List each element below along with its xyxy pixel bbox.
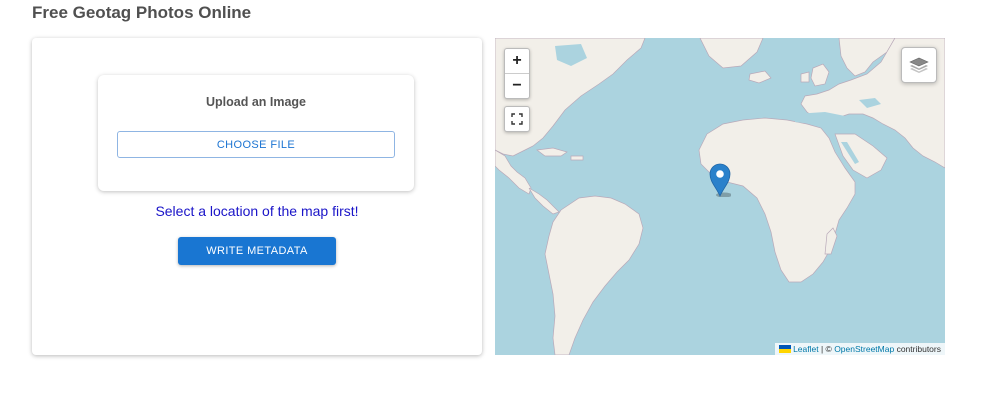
zoom-in-button[interactable]: + (505, 49, 529, 74)
fullscreen-button[interactable] (504, 106, 530, 132)
layers-button[interactable] (901, 47, 937, 83)
upload-title: Upload an Image (205, 95, 307, 109)
map[interactable]: + − Leaflet | © OpenStreetMap contributo… (495, 38, 945, 355)
page-title: Free Geotag Photos Online (32, 3, 252, 22)
attribution-separator: | © (820, 344, 832, 354)
upload-panel: Upload an Image CHOOSE FILE Select a loc… (32, 38, 482, 355)
map-pin-icon[interactable] (709, 163, 732, 198)
attribution-suffix: contributors (896, 344, 941, 354)
zoom-control: + − (504, 48, 530, 99)
leaflet-link[interactable]: Leaflet (793, 344, 819, 354)
layers-icon (909, 57, 929, 73)
location-notice: Select a location of the map first! (155, 203, 359, 219)
openstreetmap-link[interactable]: OpenStreetMap (834, 344, 894, 354)
choose-file-button[interactable]: CHOOSE FILE (117, 131, 395, 158)
map-attribution: Leaflet | © OpenStreetMap contributors (775, 343, 945, 355)
zoom-out-button[interactable]: − (505, 74, 529, 98)
ukraine-flag-icon (779, 345, 792, 353)
upload-card: Upload an Image CHOOSE FILE (98, 75, 414, 191)
fullscreen-icon (511, 113, 523, 125)
write-metadata-button[interactable]: WRITE METADATA (178, 237, 336, 265)
